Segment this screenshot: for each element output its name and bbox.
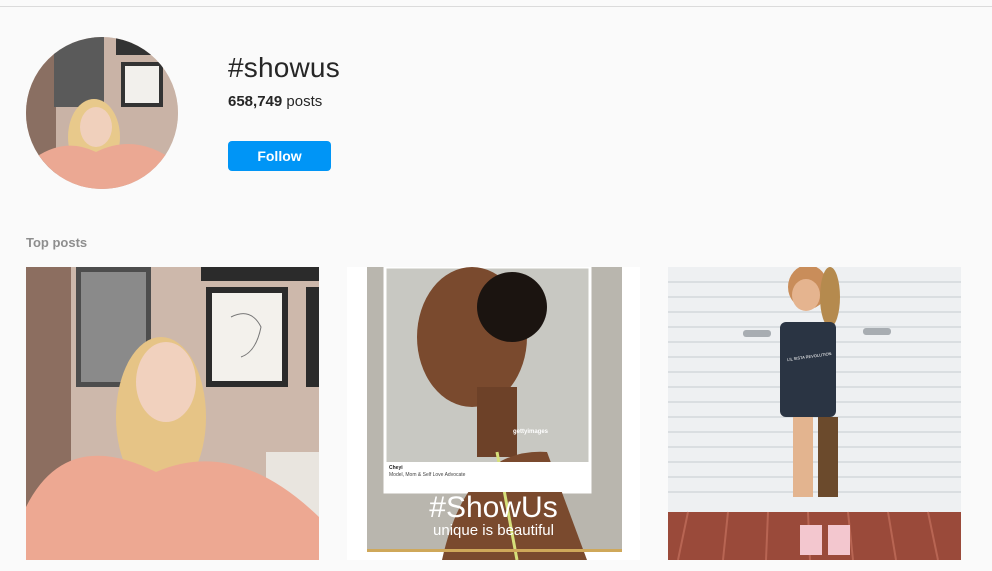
- post-2-watermark: gettyimages: [513, 429, 549, 435]
- post-thumbnail-2[interactable]: gettyimages Cheyi Model, Mom & Self Love…: [347, 267, 640, 560]
- post-3-image: [668, 267, 961, 560]
- posts-count-label: posts: [282, 93, 323, 110]
- hashtag-avatar: [26, 37, 178, 189]
- post-2-caption-card: Cheyi Model, Mom & Self Love Advocate: [385, 462, 590, 492]
- post-1-image: [26, 267, 319, 560]
- follow-button[interactable]: Follow: [228, 141, 331, 171]
- top-divider: [0, 6, 992, 7]
- post-thumbnail-3[interactable]: LIL SISTA REVOLUTION: [668, 267, 961, 560]
- post-2-overlay-subtitle: unique is beautiful: [433, 522, 554, 539]
- post-2-caption-sub: Model, Mom & Self Love Advocate: [389, 472, 466, 478]
- hashtag-title: #showus: [228, 52, 340, 83]
- posts-count-number: 658,749: [228, 93, 283, 110]
- posts-count: 658,749 posts: [228, 93, 322, 110]
- post-2-caption-name: Cheyi: [389, 465, 403, 471]
- post-2-overlay-title: #ShowUs: [429, 491, 558, 524]
- top-posts-heading: Top posts: [26, 235, 88, 250]
- post-thumbnail-1[interactable]: [26, 267, 319, 560]
